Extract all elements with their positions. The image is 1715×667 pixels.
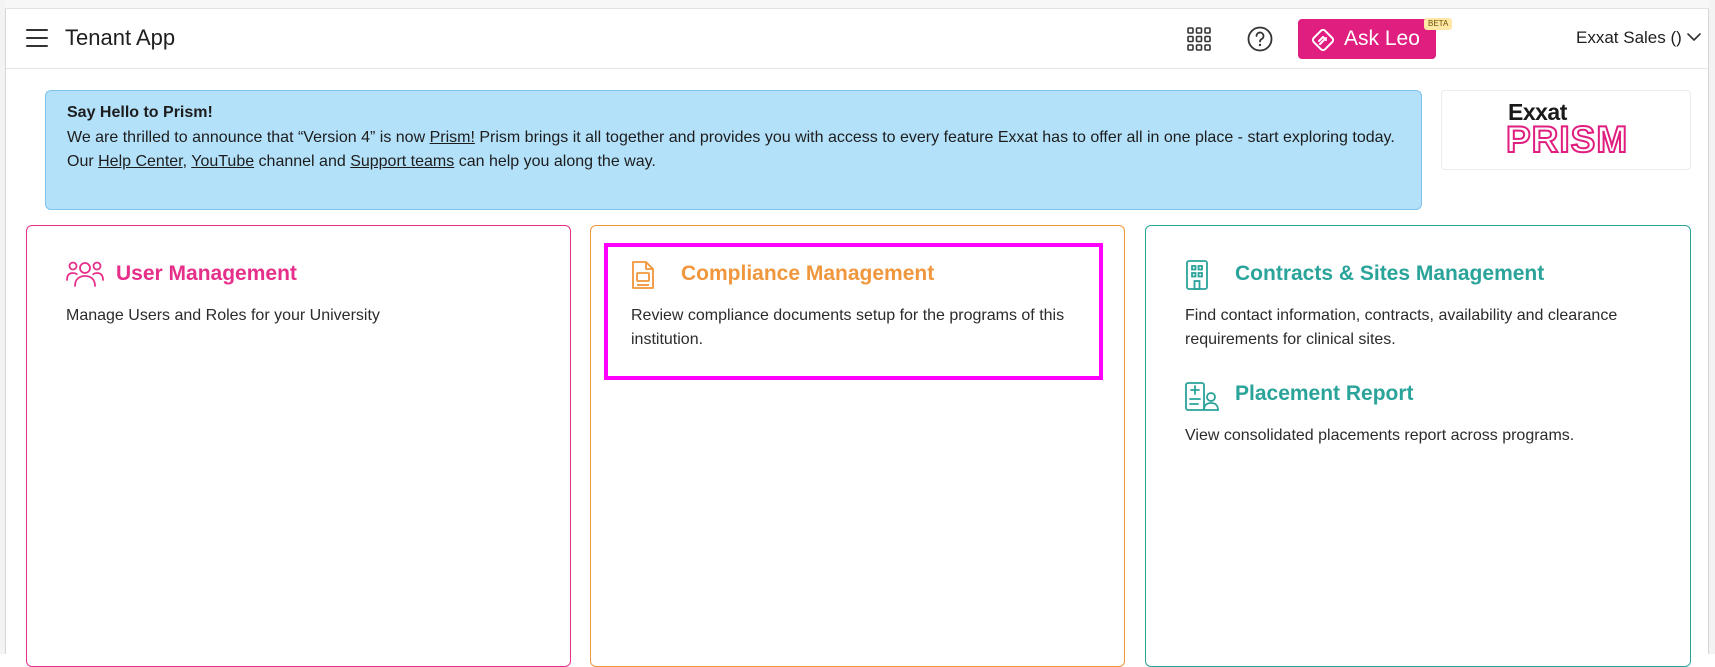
app-title: Tenant App: [65, 25, 176, 50]
banner-text: We are thrilled to announce that “Versio…: [67, 129, 430, 146]
chevron-down-icon[interactable]: [1686, 31, 1702, 43]
app-window: Tenant App Ask Leo BETA Exxat Sales () S…: [0, 0, 1715, 667]
banner-text: Our: [67, 153, 99, 170]
highlight-box: [604, 243, 1103, 380]
top-strip: [5, 0, 1709, 9]
hamburger-icon[interactable]: [26, 29, 48, 47]
prism-link[interactable]: Prism!: [430, 129, 475, 146]
banner-text: can help you along the way.: [454, 153, 656, 170]
user-management-title[interactable]: User Management: [116, 262, 297, 286]
contracts-sites-card[interactable]: Contracts & Sites Management Find contac…: [1145, 225, 1691, 667]
youtube-link[interactable]: YouTube: [191, 153, 254, 170]
leo-diamond-icon: [1311, 28, 1335, 52]
beta-badge: BETA: [1424, 18, 1453, 30]
clipboard-user-icon: [1185, 382, 1219, 411]
ask-leo-label: Ask Leo: [1344, 27, 1420, 50]
support-teams-link[interactable]: Support teams: [350, 153, 454, 170]
ask-leo-button[interactable]: Ask Leo: [1298, 19, 1436, 59]
exxat-prism-logo: Exxat PRISM: [1441, 90, 1691, 170]
banner-text: Prism brings it all together and provide…: [474, 129, 1395, 146]
banner-title: Say Hello to Prism!: [67, 104, 213, 121]
placement-report-title[interactable]: Placement Report: [1235, 382, 1414, 406]
placement-report-description: View consolidated placements report acro…: [1185, 427, 1575, 444]
top-header: Tenant App Ask Leo BETA Exxat Sales (): [6, 9, 1708, 69]
help-center-link[interactable]: Help Center: [98, 153, 183, 170]
contracts-sites-description-line2: requirements for clinical sites.: [1185, 331, 1396, 348]
user-menu-name[interactable]: Exxat Sales (): [1576, 28, 1682, 48]
contracts-sites-title[interactable]: Contracts & Sites Management: [1235, 262, 1544, 286]
banner-text: channel and: [254, 153, 351, 170]
window-edge-right: [1708, 0, 1715, 654]
contracts-sites-description-line1: Find contact information, contracts, ava…: [1185, 307, 1618, 324]
banner-text-line1: We are thrilled to announce that “Versio…: [67, 129, 1395, 147]
announcement-banner: Say Hello to Prism! We are thrilled to a…: [45, 90, 1422, 210]
question-circle-icon[interactable]: [1246, 25, 1274, 53]
user-management-card[interactable]: User Management Manage Users and Roles f…: [26, 225, 571, 667]
banner-text: ,: [182, 153, 192, 170]
user-management-description: Manage Users and Roles for your Universi…: [66, 307, 380, 324]
logo-prism-text: PRISM: [1505, 118, 1629, 161]
banner-text-line2: Our Help Center, YouTube channel and Sup…: [67, 153, 656, 171]
window-edge-left: [0, 0, 6, 654]
grid-apps-icon[interactable]: [1186, 26, 1212, 52]
users-group-icon: [66, 261, 104, 287]
building-icon: [1186, 260, 1208, 290]
